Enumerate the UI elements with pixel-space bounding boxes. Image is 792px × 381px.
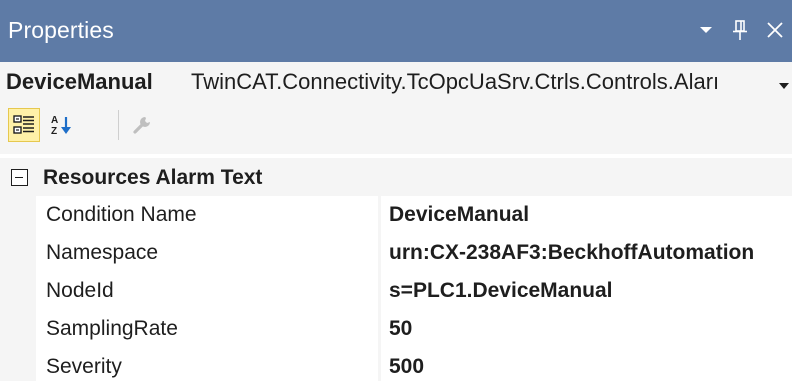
property-row[interactable]: SamplingRate 50 (0, 310, 792, 348)
svg-text:Z: Z (51, 126, 57, 137)
pin-icon[interactable] (726, 12, 754, 48)
property-name: Severity (36, 348, 378, 381)
property-grid: Resources Alarm Text Condition Name Devi… (0, 154, 792, 381)
collapse-icon[interactable] (11, 169, 28, 186)
properties-toolbar: A Z (0, 102, 792, 154)
chevron-down-icon[interactable] (778, 78, 790, 89)
title-bar: Properties (0, 0, 792, 62)
close-icon[interactable] (760, 12, 790, 48)
property-row[interactable]: Severity 500 (0, 348, 792, 381)
property-name: SamplingRate (36, 310, 378, 348)
property-name: NodeId (36, 272, 378, 310)
property-value[interactable]: DeviceManual (381, 196, 792, 234)
toolbar-separator (118, 110, 119, 140)
categorized-icon[interactable] (8, 108, 40, 142)
property-row[interactable]: NodeId s=PLC1.DeviceManual (0, 272, 792, 310)
selected-object-type: TwinCAT.Connectivity.TcOpcUaSrv.Ctrls.Co… (191, 69, 720, 94)
property-value[interactable]: 50 (381, 310, 792, 348)
property-row[interactable]: Namespace urn:CX-238AF3:BeckhoffAutomati… (0, 234, 792, 272)
window-title: Properties (8, 17, 114, 43)
sort-alphabetical-icon[interactable]: A Z (46, 108, 78, 142)
object-selector[interactable]: DeviceManual TwinCAT.Connectivity.TcOpcU… (0, 62, 792, 102)
selected-object-name: DeviceManual (6, 69, 153, 94)
chevron-down-icon[interactable] (694, 12, 718, 48)
wrench-icon[interactable] (126, 108, 158, 142)
property-name: Condition Name (36, 196, 378, 234)
category-label: Resources Alarm Text (43, 166, 263, 189)
category-row[interactable]: Resources Alarm Text (0, 158, 792, 196)
property-value[interactable]: s=PLC1.DeviceManual (381, 272, 792, 310)
properties-window: Properties DeviceManual TwinCAT.Connecti… (0, 0, 792, 381)
property-value[interactable]: 500 (381, 348, 792, 381)
property-row[interactable]: Condition Name DeviceManual (0, 196, 792, 234)
property-value[interactable]: urn:CX-238AF3:BeckhoffAutomation (381, 234, 792, 272)
property-name: Namespace (36, 234, 378, 272)
svg-text:A: A (51, 115, 58, 126)
